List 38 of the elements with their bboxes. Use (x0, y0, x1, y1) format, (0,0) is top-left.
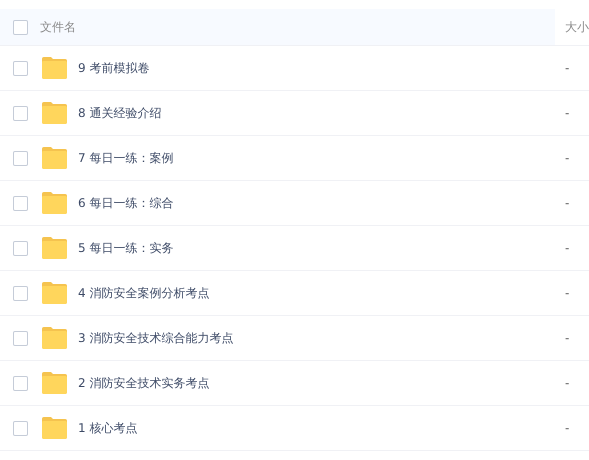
folder-icon (41, 282, 68, 304)
file-size: - (564, 195, 570, 212)
column-header[interactable]: 大小 (565, 18, 589, 36)
file-name[interactable]: 2 消防安全技术实务考点 (78, 374, 210, 392)
row-checkbox[interactable] (13, 150, 28, 166)
file-name[interactable]: 9 考前模拟卷 (78, 60, 150, 76)
file-size: - (564, 285, 570, 302)
file-size: - (564, 375, 570, 392)
file-name[interactable]: 8 通关经验介绍 (78, 104, 162, 122)
file-name[interactable]: 5 每日一练：实务 (78, 240, 174, 256)
row-checkbox[interactable] (13, 196, 28, 210)
file-name[interactable]: 7 每日一练：案例 (78, 150, 174, 166)
file-name[interactable]: 1 核心考点 (78, 420, 138, 436)
file-size: - (564, 330, 570, 347)
file-name[interactable]: 4 消防安全案例分析考点 (78, 284, 210, 302)
folder-icon (41, 192, 68, 214)
row-checkbox[interactable] (13, 286, 28, 300)
row-checkbox[interactable] (13, 420, 28, 436)
folder-icon (41, 417, 68, 439)
file-size: - (564, 420, 570, 437)
file-name[interactable]: 6 每日一练：综合 (78, 194, 174, 212)
file-name[interactable]: 3 消防安全技术综合能力考点 (78, 330, 234, 346)
file-size: - (564, 240, 570, 257)
row-checkbox[interactable] (13, 376, 28, 390)
folder-icon (41, 327, 68, 349)
row-checkbox[interactable] (13, 60, 28, 76)
select-all-checkbox[interactable] (13, 20, 28, 34)
folder-icon (41, 237, 68, 259)
folder-icon (41, 147, 68, 169)
folder-icon (41, 102, 68, 124)
folder-icon (41, 372, 68, 394)
row-checkbox[interactable] (13, 106, 28, 120)
folder-icon (41, 57, 68, 79)
row-checkbox[interactable] (13, 330, 28, 346)
file-size: - (564, 105, 570, 122)
row-checkbox[interactable] (13, 240, 28, 256)
file-size: - (564, 60, 570, 77)
file-size: - (564, 150, 570, 167)
